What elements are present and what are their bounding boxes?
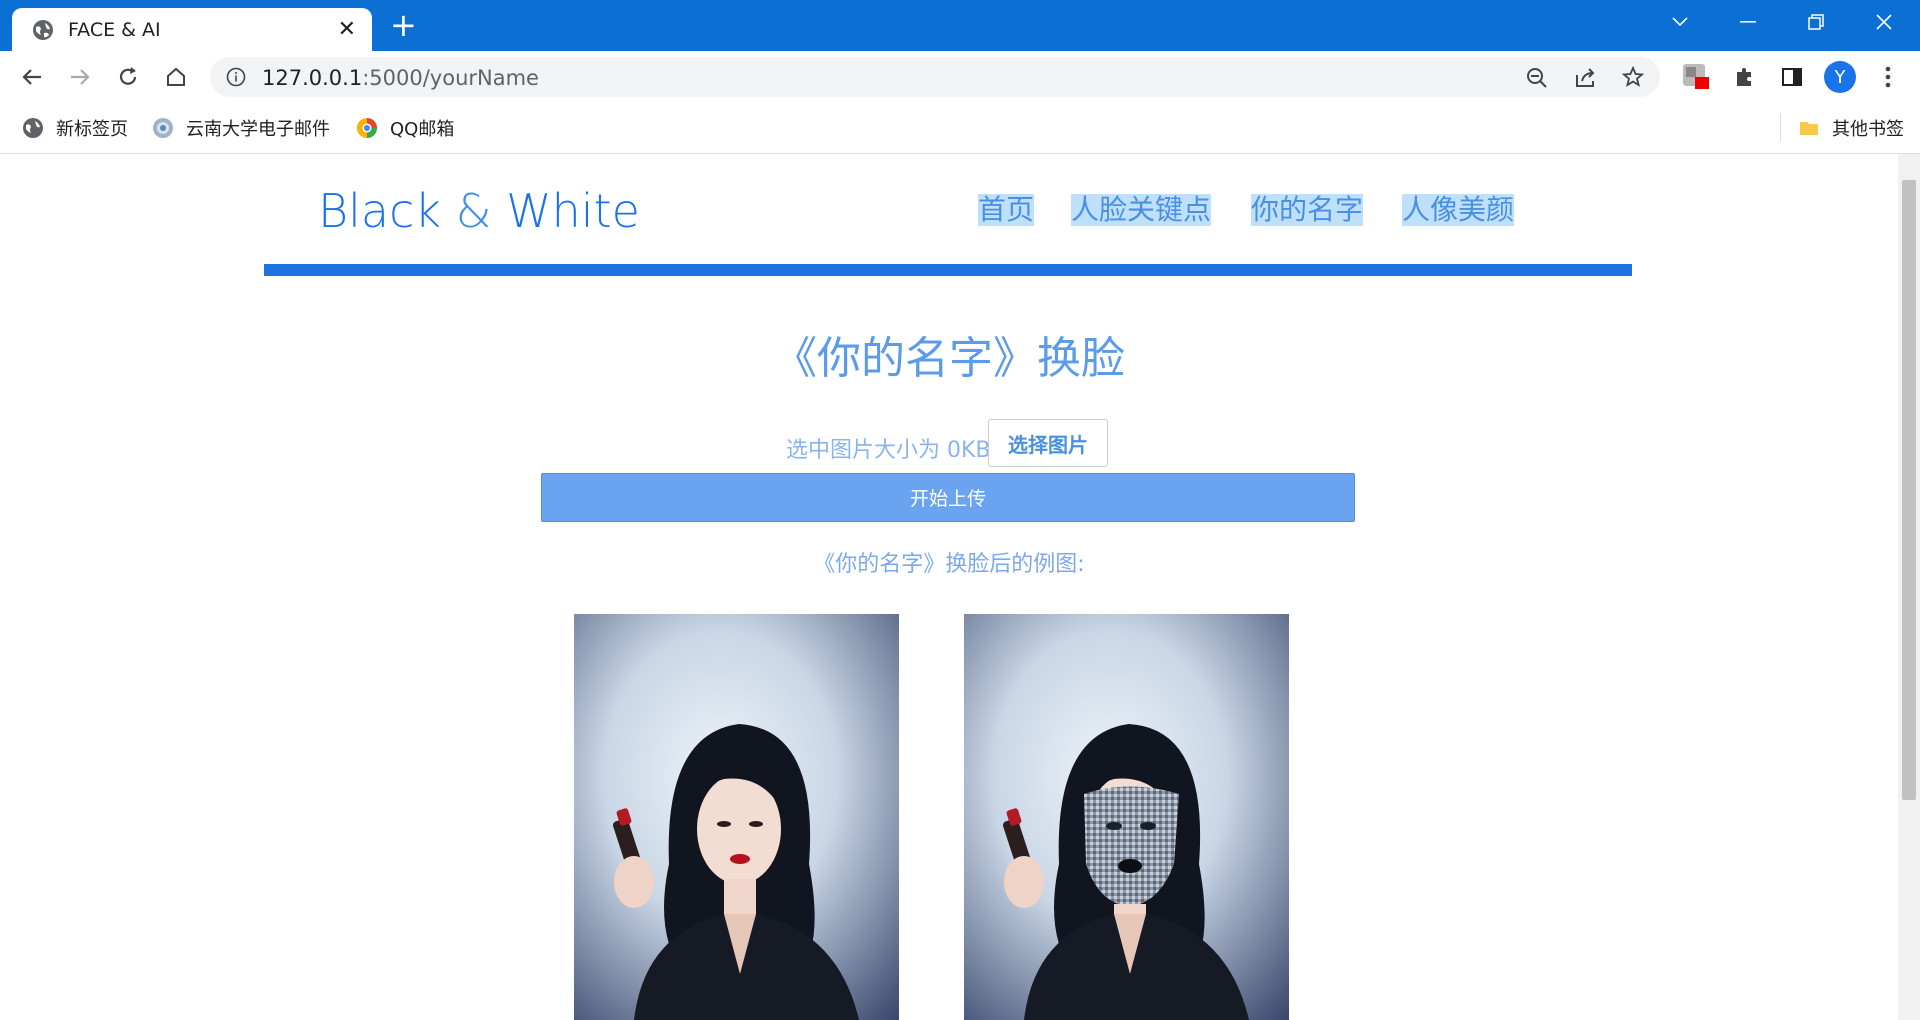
bookmark-new-tab[interactable]: 新标签页: [22, 115, 128, 141]
kebab-menu-icon[interactable]: [1874, 63, 1902, 91]
share-icon[interactable]: [1574, 67, 1596, 89]
browser-tab[interactable]: FACE & AI ✕: [12, 8, 372, 51]
forward-arrow-icon[interactable]: [66, 63, 94, 91]
browser-titlebar: FACE & AI ✕ +: [0, 0, 1920, 51]
url-text: 127.0.0.1:5000/yourName: [262, 66, 539, 90]
reload-icon[interactable]: [114, 63, 142, 91]
page-title: 《你的名字》换脸: [773, 333, 1125, 384]
nav-link-portrait-beauty[interactable]: 人像美颜: [1402, 194, 1515, 226]
bookmark-ynu-email[interactable]: 云南大学电子邮件: [152, 115, 330, 141]
globe-icon: [23, 118, 43, 138]
restore-icon[interactable]: [1786, 0, 1846, 44]
nav-link-home[interactable]: 首页: [978, 194, 1035, 226]
globe-icon: [33, 19, 53, 40]
tab-title: FACE & AI: [68, 18, 161, 41]
tab-search-icon[interactable]: [1650, 0, 1710, 44]
side-panel-icon[interactable]: [1778, 63, 1806, 91]
puzzle-extensions-icon[interactable]: [1730, 63, 1758, 91]
header-divider: [264, 264, 1632, 276]
bookmark-qq-mail[interactable]: QQ邮箱: [356, 115, 454, 141]
bookmark-star-icon[interactable]: [1622, 66, 1644, 88]
bookmark-divider: [1780, 113, 1781, 141]
file-size-label: 选中图片大小为 0KB: [786, 438, 991, 463]
minimize-icon[interactable]: [1718, 0, 1778, 44]
zoom-out-icon[interactable]: [1526, 67, 1548, 89]
browser-toolbar: 127.0.0.1:5000/yourName Y: [0, 51, 1920, 103]
scrollbar-thumb[interactable]: [1902, 180, 1916, 800]
back-arrow-icon[interactable]: [18, 63, 46, 91]
upload-button[interactable]: 开始上传: [541, 473, 1355, 522]
page-content: Black & White 首页 人脸关键点 你的名字 人像美颜 《你的名字》换…: [0, 154, 1898, 1020]
choose-image-button[interactable]: 选择图片: [988, 419, 1108, 467]
example-caption: 《你的名字》换脸后的例图:: [813, 552, 1085, 577]
other-bookmarks[interactable]: 其他书签: [1798, 115, 1904, 141]
university-logo-icon: [153, 118, 173, 138]
bookmarks-bar: 新标签页 云南大学电子邮件 QQ邮箱 其他书签: [0, 103, 1920, 154]
extension-icon[interactable]: [1682, 63, 1710, 91]
home-icon[interactable]: [162, 63, 190, 91]
site-info-icon[interactable]: [226, 67, 246, 87]
address-bar[interactable]: 127.0.0.1:5000/yourName: [210, 57, 1660, 97]
new-tab-icon[interactable]: +: [390, 8, 417, 42]
profile-avatar[interactable]: Y: [1824, 61, 1856, 93]
close-tab-icon[interactable]: ✕: [338, 18, 356, 41]
nav-link-your-name[interactable]: 你的名字: [1251, 194, 1364, 226]
qq-mail-icon: [357, 118, 377, 138]
page-scrollbar[interactable]: [1898, 154, 1920, 1020]
example-original-photo: [574, 614, 899, 1020]
folder-icon: [1800, 122, 1818, 135]
example-faceswap-photo: [964, 614, 1289, 1020]
site-brand[interactable]: Black & White: [318, 184, 640, 238]
nav-link-face-landmarks[interactable]: 人脸关键点: [1071, 194, 1212, 226]
close-window-icon[interactable]: [1854, 0, 1914, 44]
